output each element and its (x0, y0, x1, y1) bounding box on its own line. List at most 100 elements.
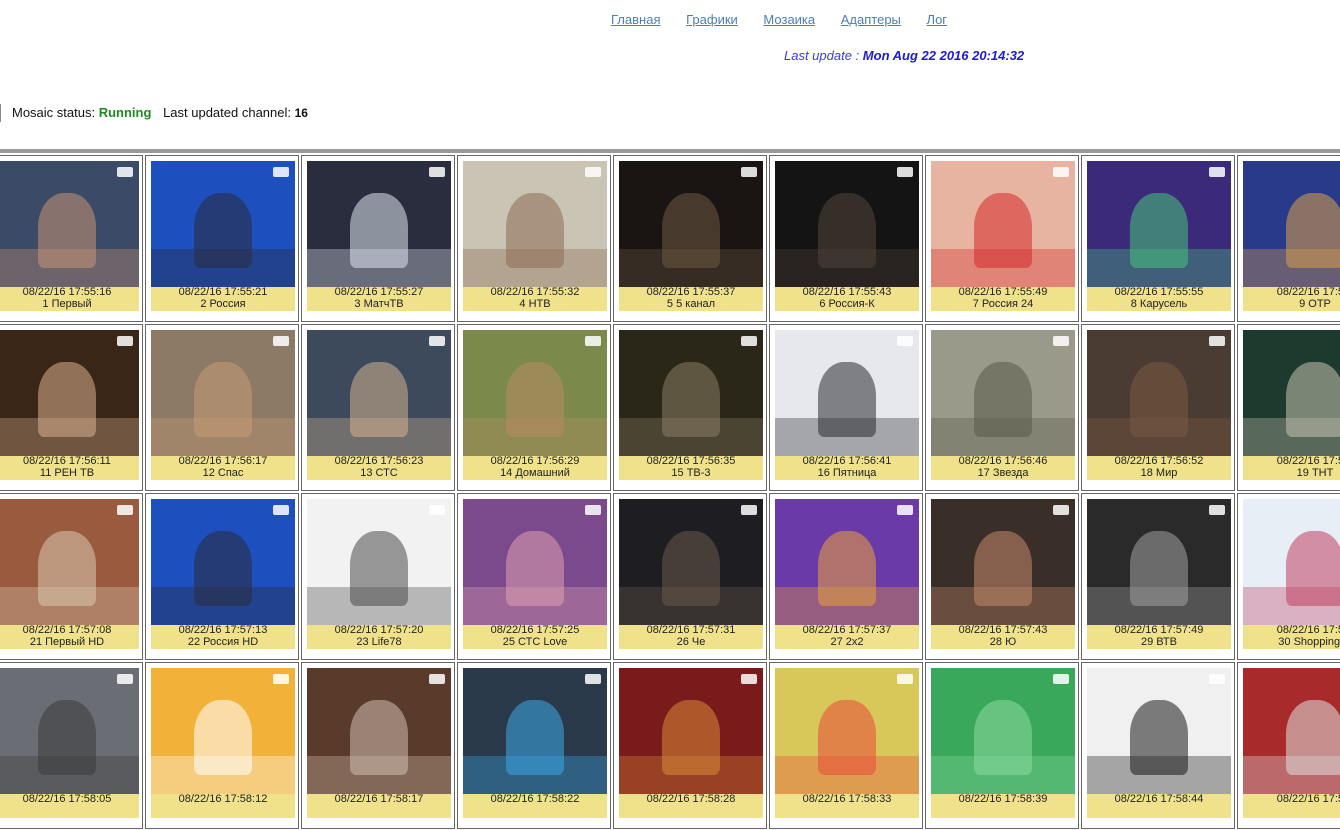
channel-thumbnail[interactable] (931, 668, 1075, 794)
channel-thumbnail[interactable] (775, 499, 919, 625)
channel-thumbnail[interactable] (775, 161, 919, 287)
channel-caption: 08/22/16 17:56:11 11 РЕН ТВ (0, 455, 139, 480)
nav-link-adapters[interactable]: Адаптеры (841, 12, 901, 27)
separator (0, 149, 1340, 153)
thumbnail-figure (38, 530, 96, 607)
channel-cell: 08/22/16 17:56:29 14 Домашний (457, 324, 611, 491)
channel-thumbnail[interactable] (1243, 668, 1340, 794)
channel-cell: 08/22/16 17:57:43 28 Ю (925, 493, 1079, 660)
channel-timestamp: 08/22/16 17:56:23 (334, 455, 424, 467)
channel-logo-icon (741, 167, 757, 177)
channel-thumbnail[interactable] (307, 161, 451, 287)
channel-thumbnail[interactable] (307, 668, 451, 794)
channel-logo-icon (897, 505, 913, 515)
channel-thumbnail[interactable] (1243, 330, 1340, 456)
nav-link-log[interactable]: Лог (927, 12, 948, 27)
channel-timestamp: 08/22/16 17:56:41 (802, 455, 892, 467)
thumbnail-figure (506, 192, 564, 269)
channel-cell: 08/22/16 17:56:11 11 РЕН ТВ (0, 324, 143, 491)
nav-link-mosaic[interactable]: Мозаика (763, 12, 815, 27)
channel-thumbnail[interactable] (775, 668, 919, 794)
channel-thumbnail[interactable] (931, 161, 1075, 287)
channel-name: 6 Россия-К (819, 297, 875, 310)
channel-timestamp: 08/22/16 17:55:37 (646, 286, 736, 298)
channel-thumbnail[interactable] (619, 499, 763, 625)
channel-cell: 08/22/16 17:56:35 15 ТВ-3 (613, 324, 767, 491)
channel-thumbnail[interactable] (1087, 161, 1231, 287)
channel-name: 11 РЕН ТВ (39, 466, 95, 479)
channel-thumbnail[interactable] (0, 161, 139, 287)
channel-cell: 08/22/16 17:56:41 16 Пятница (769, 324, 923, 491)
channel-thumbnail[interactable] (463, 668, 607, 794)
channel-cell: 08/22/16 17:58:05 (0, 662, 143, 829)
channel-thumbnail[interactable] (931, 499, 1075, 625)
channel-thumbnail[interactable] (307, 330, 451, 456)
channel-timestamp: 08/22/16 17:57:08 (22, 624, 112, 636)
channel-cell: 08/22/16 17:55:55 8 Карусель (1081, 155, 1235, 322)
channel-thumbnail[interactable] (0, 330, 139, 456)
channel-thumbnail[interactable] (1243, 499, 1340, 625)
channel-logo-icon (273, 674, 289, 684)
channel-caption: 08/22/16 17:58:12 (151, 793, 295, 818)
channel-cell: 08/22/16 17:55:27 3 МатчТВ (301, 155, 455, 322)
last-update-value: Mon Aug 22 2016 20:14:32 (862, 48, 1025, 63)
channel-thumbnail[interactable] (1087, 499, 1231, 625)
nav-link-charts[interactable]: Графики (686, 12, 738, 27)
thumbnail-figure (38, 361, 96, 438)
channel-thumbnail[interactable] (151, 330, 295, 456)
channel-cell: 08/22/16 17:55:49 7 Россия 24 (925, 155, 1079, 322)
channel-cell: 08/22/16 17:57:30 Shopping Li (1237, 493, 1340, 660)
channel-caption: 08/22/16 17:55:16 1 Первый (0, 286, 139, 311)
channel-thumbnail[interactable] (1087, 330, 1231, 456)
channel-thumbnail[interactable] (151, 668, 295, 794)
channel-logo-icon (741, 505, 757, 515)
channel-thumbnail[interactable] (463, 330, 607, 456)
channel-caption: 08/22/16 17:57:08 21 Первый HD (0, 624, 139, 649)
channel-thumbnail[interactable] (619, 668, 763, 794)
channel-thumbnail[interactable] (307, 499, 451, 625)
channel-timestamp: 08/22/16 17:57:25 (490, 624, 580, 636)
channel-thumbnail[interactable] (1243, 161, 1340, 287)
channel-thumbnail[interactable] (151, 499, 295, 625)
channel-thumbnail[interactable] (619, 161, 763, 287)
channel-thumbnail[interactable] (0, 499, 139, 625)
channel-thumbnail[interactable] (463, 161, 607, 287)
channel-thumbnail[interactable] (1087, 668, 1231, 794)
thumbnail-figure (38, 699, 96, 776)
thumbnail-figure (662, 192, 720, 269)
channel-timestamp: 08/22/16 17:57:43 (958, 624, 1048, 636)
channel-cell: 08/22/16 17:55:16 1 Первый (0, 155, 143, 322)
channel-thumbnail[interactable] (931, 330, 1075, 456)
channel-logo-icon (585, 674, 601, 684)
channel-cell: 08/22/16 17:58:17 (301, 662, 455, 829)
channel-timestamp: 08/22/16 17:58:33 (802, 793, 892, 805)
channel-logo-icon (273, 505, 289, 515)
channel-timestamp: 08/22/16 17:57:13 (178, 624, 268, 636)
thumbnail-figure (818, 699, 876, 776)
channel-logo-icon (273, 167, 289, 177)
channel-logo-icon (897, 167, 913, 177)
channel-logo-icon (1053, 674, 1069, 684)
top-navigation: Главная Графики Мозаика Адаптеры Лог (611, 12, 969, 27)
channel-cell: 08/22/16 17:58:22 (457, 662, 611, 829)
channel-name: 3 МатчТВ (354, 297, 404, 310)
channel-logo-icon (1209, 336, 1225, 346)
thumbnail-figure (1130, 530, 1188, 607)
channel-thumbnail[interactable] (0, 668, 139, 794)
mosaic-status-value: Running (98, 105, 152, 120)
channel-caption: 08/22/16 17:56:46 17 Звезда (931, 455, 1075, 480)
channel-caption: 08/22/16 17:57:13 22 Россия HD (151, 624, 295, 649)
channel-timestamp: 08/22/16 17:55:16 (22, 286, 112, 298)
channel-cell: 08/22/16 17:58: (1237, 662, 1340, 829)
channel-thumbnail[interactable] (775, 330, 919, 456)
channel-thumbnail[interactable] (619, 330, 763, 456)
mosaic-grid: 08/22/16 17:55:16 1 Первый 08/22/16 17:55:… (0, 154, 1340, 830)
channel-thumbnail[interactable] (151, 161, 295, 287)
nav-link-home[interactable]: Главная (611, 12, 660, 27)
channel-caption: 08/22/16 17:58:05 (0, 793, 139, 818)
channel-name: 9 ОТР (1299, 297, 1331, 310)
channel-thumbnail[interactable] (463, 499, 607, 625)
channel-timestamp: 08/22/16 17:58:05 (22, 793, 112, 805)
channel-timestamp: 08/22/16 17:56:29 (490, 455, 580, 467)
channel-caption: 08/22/16 17:58:33 (775, 793, 919, 818)
